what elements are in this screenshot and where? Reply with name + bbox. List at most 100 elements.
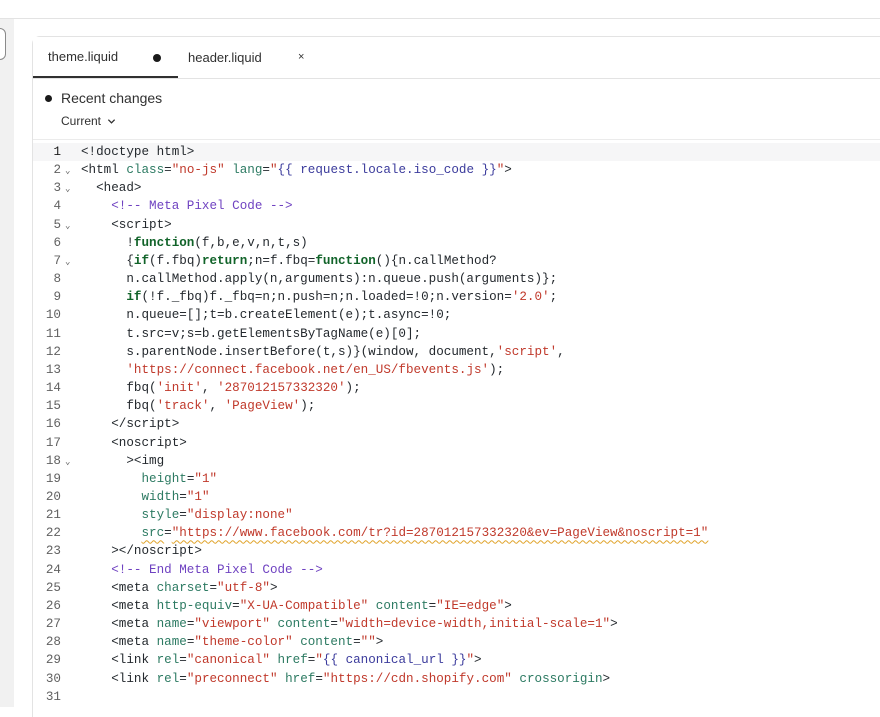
version-select-value: Current xyxy=(61,114,102,128)
code-line[interactable]: 19 height="1" xyxy=(33,470,880,488)
code-line[interactable]: 30 <link rel="preconnect" href="https://… xyxy=(33,670,880,688)
line-number: 9 xyxy=(53,290,61,305)
code-text: <!-- End Meta Pixel Code --> xyxy=(111,562,323,577)
code-line[interactable]: 10 n.queue=[];t=b.createElement(e);t.asy… xyxy=(33,306,880,324)
code-line[interactable]: 14 fbq('init', '287012157332320'); xyxy=(33,379,880,397)
line-number: 29 xyxy=(45,653,61,668)
code-line[interactable]: 12 s.parentNode.insertBefore(t,s)}(windo… xyxy=(33,343,880,361)
fold-chevron-icon[interactable]: ⌄ xyxy=(65,180,70,198)
code-text: n.callMethod.apply(n,arguments):n.queue.… xyxy=(81,272,558,287)
code-line[interactable]: 23 ></noscript> xyxy=(33,542,880,560)
code-text: s.parentNode.insertBefore(t,s)}(window, … xyxy=(81,344,565,359)
code-text: <!-- Meta Pixel Code --> xyxy=(111,199,293,214)
code-text: <noscript> xyxy=(81,435,187,450)
code-line[interactable]: 13 'https://connect.facebook.net/en_US/f… xyxy=(33,361,880,379)
fold-chevron-icon[interactable]: ⌄ xyxy=(65,253,70,271)
code-text: height="1" xyxy=(141,471,218,486)
fold-chevron-icon[interactable]: ⌄ xyxy=(65,162,70,180)
code-text: <meta name="theme-color" content=""> xyxy=(81,635,384,650)
tab-header-liquid[interactable]: header.liquid × xyxy=(188,37,318,78)
code-line[interactable]: 24 <!-- End Meta Pixel Code --> xyxy=(33,561,880,579)
fold-chevron-icon[interactable]: ⌄ xyxy=(65,453,70,471)
code-text: <meta charset="utf-8"> xyxy=(81,580,278,595)
code-line[interactable]: 28 <meta name="theme-color" content=""> xyxy=(33,633,880,651)
line-number: 22 xyxy=(45,526,61,541)
fold-chevron-icon[interactable]: ⌄ xyxy=(65,217,70,235)
code-text: if(!f._fbq)f._fbq=n;n.push=n;n.loaded=!0… xyxy=(126,290,558,305)
code-line[interactable]: 17 <noscript> xyxy=(33,434,880,452)
line-number: 10 xyxy=(45,308,61,323)
line-number: 5 xyxy=(53,217,61,232)
top-bar xyxy=(0,0,880,19)
code-line[interactable]: 5 ⌄ <script> xyxy=(33,216,880,234)
line-number: 4 xyxy=(53,199,61,214)
code-line[interactable]: 27 <meta name="viewport" content="width=… xyxy=(33,615,880,633)
line-number: 20 xyxy=(45,489,61,504)
code-text: <script> xyxy=(81,217,172,232)
code-line[interactable]: 16 </script> xyxy=(33,415,880,433)
tab-label: theme.liquid xyxy=(48,49,119,64)
close-tab-icon[interactable]: × xyxy=(298,51,304,63)
recent-changes-panel: Recent changes Current xyxy=(33,79,880,140)
code-text: {if(f.fbq)return;n=f.fbq=function(){n.ca… xyxy=(81,253,497,268)
code-text: ><img xyxy=(81,453,165,468)
code-text: ></noscript> xyxy=(81,544,202,559)
line-number: 18 xyxy=(45,453,61,468)
line-number: 23 xyxy=(45,544,61,559)
code-text: width="1" xyxy=(141,489,210,504)
code-line[interactable]: 26 <meta http-equiv="X-UA-Compatible" co… xyxy=(33,597,880,615)
code-line[interactable]: 9 if(!f._fbq)f._fbq=n;n.push=n;n.loaded=… xyxy=(33,288,880,306)
recent-changes-title: Recent changes xyxy=(61,90,163,106)
code-text: style="display:none" xyxy=(141,508,293,523)
line-number: 16 xyxy=(45,417,61,432)
line-number: 24 xyxy=(45,562,61,577)
line-number: 31 xyxy=(45,689,61,704)
code-line[interactable]: 6 !function(f,b,e,v,n,t,s) xyxy=(33,234,880,252)
code-text: <!doctype html> xyxy=(81,145,195,159)
status-dot-icon xyxy=(45,95,52,102)
code-line[interactable]: 20 width="1" xyxy=(33,488,880,506)
line-number: 7 xyxy=(53,253,61,268)
code-line[interactable]: 22 src="https://www.facebook.com/tr?id=2… xyxy=(33,524,880,542)
code-text: <html class="no-js" lang="{{ request.loc… xyxy=(81,163,512,178)
code-area[interactable]: 1 <!doctype html> 2 ⌄ <html class="no-js" la… xyxy=(33,143,880,706)
code-line[interactable]: 11 t.src=v;s=b.getElementsByTagName(e)[0… xyxy=(33,325,880,343)
tab-theme-liquid[interactable]: theme.liquid xyxy=(33,37,178,78)
line-number: 27 xyxy=(45,617,61,632)
code-line[interactable]: 4 <!-- Meta Pixel Code --> xyxy=(33,197,880,215)
code-line[interactable]: 2 ⌄ <html class="no-js" lang="{{ request.l… xyxy=(33,161,880,179)
code-text: fbq('track', 'PageView'); xyxy=(81,399,316,414)
line-number: 28 xyxy=(45,635,61,650)
code-line[interactable]: 21 style="display:none" xyxy=(33,506,880,524)
chevron-down-icon xyxy=(107,118,116,124)
code-line[interactable]: 3 ⌄ <head> xyxy=(33,179,880,197)
code-text: </script> xyxy=(81,417,180,432)
code-line[interactable]: 29 <link rel="canonical" href="{{ canoni… xyxy=(33,651,880,669)
line-number: 11 xyxy=(45,326,61,341)
code-text: <link rel="canonical" href="{{ canonical… xyxy=(81,653,482,668)
code-line[interactable]: 8 n.callMethod.apply(n,arguments):n.queu… xyxy=(33,270,880,288)
line-number: 8 xyxy=(53,272,61,287)
code-text: n.queue=[];t=b.createElement(e);t.async=… xyxy=(81,308,452,323)
version-select[interactable]: Current xyxy=(61,114,116,128)
code-line[interactable]: 1 <!doctype html> xyxy=(33,143,880,162)
collapsed-panel-handle[interactable] xyxy=(0,28,6,60)
code-line[interactable]: 25 <meta charset="utf-8"> xyxy=(33,579,880,597)
code-line[interactable]: 31 xyxy=(33,688,880,706)
code-line[interactable]: 15 fbq('track', 'PageView'); xyxy=(33,397,880,415)
line-number: 1 xyxy=(53,145,61,159)
code-line[interactable]: 18 ⌄ ><img xyxy=(33,452,880,470)
code-text: <meta http-equiv="X-UA-Compatible" conte… xyxy=(81,598,512,613)
line-number: 25 xyxy=(45,580,61,595)
line-number: 3 xyxy=(53,181,61,196)
code-text: <link rel="preconnect" href="https://cdn… xyxy=(81,671,611,686)
line-number: 14 xyxy=(45,381,61,396)
line-number: 13 xyxy=(45,362,61,377)
line-number: 12 xyxy=(45,344,61,359)
code-text: <meta name="viewport" content="width=dev… xyxy=(81,617,618,632)
line-number: 19 xyxy=(45,471,61,486)
unsaved-changes-dot-icon xyxy=(153,54,161,62)
line-number: 21 xyxy=(45,508,61,523)
code-text: <head> xyxy=(81,181,142,196)
code-line[interactable]: 7 ⌄ {if(f.fbq)return;n=f.fbq=function(){n… xyxy=(33,252,880,270)
